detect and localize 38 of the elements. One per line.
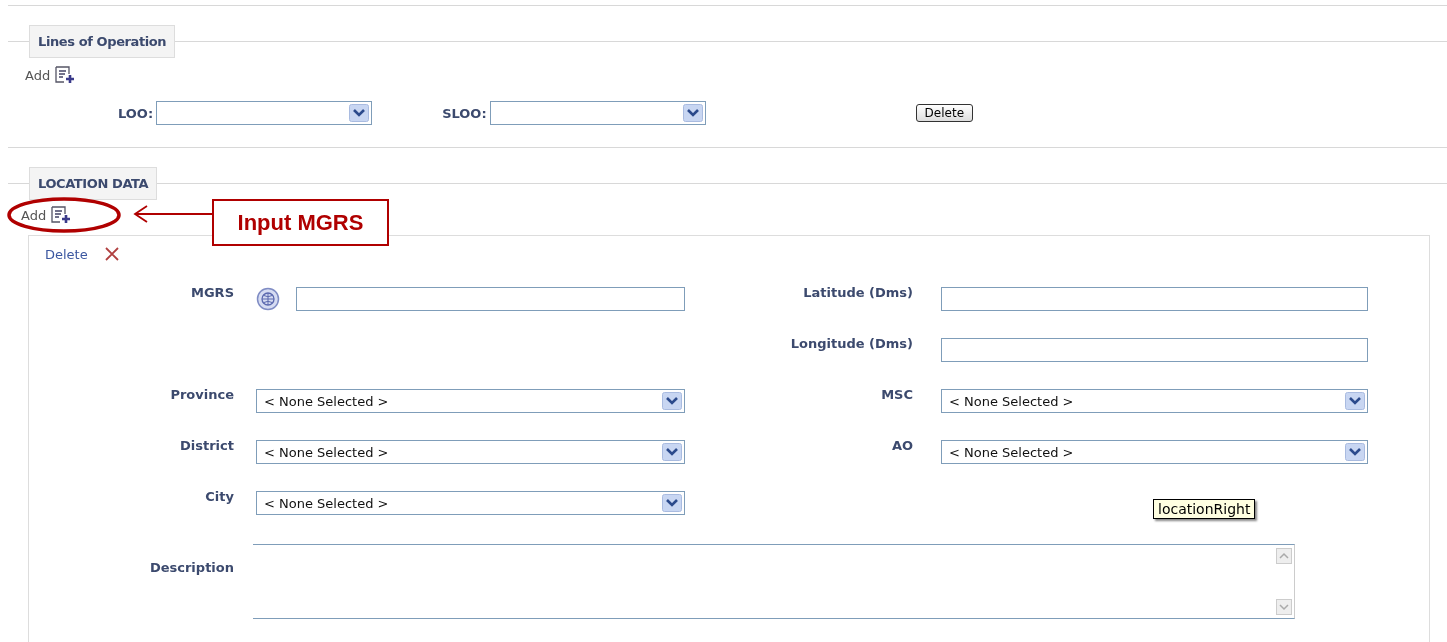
- input-field[interactable]: [941, 287, 1368, 311]
- delete-link[interactable]: Delete: [45, 246, 88, 262]
- add-link[interactable]: Add: [25, 67, 51, 83]
- callout-label: Input MGRS: [212, 199, 389, 246]
- field-label: City: [204, 488, 234, 506]
- section-title: Lines of Operation: [29, 25, 176, 58]
- chevron-down-icon[interactable]: [662, 443, 682, 461]
- dropdown[interactable]: < None Selected >: [256, 389, 685, 413]
- field-label: SLOO:: [442, 105, 487, 121]
- field-label: Longitude (Dms): [789, 335, 913, 353]
- field-label: AO: [890, 437, 913, 455]
- field-label: District: [179, 437, 234, 455]
- chevron-down-icon[interactable]: [682, 104, 703, 122]
- input-field[interactable]: [296, 287, 685, 311]
- chevron-down-icon[interactable]: [662, 494, 682, 512]
- input-field[interactable]: [941, 338, 1368, 362]
- field-label: Province: [169, 386, 234, 404]
- chevron-down-icon[interactable]: [662, 392, 682, 410]
- dropdown[interactable]: < None Selected >: [256, 440, 685, 464]
- add-link[interactable]: Add: [21, 207, 47, 223]
- dropdown[interactable]: < None Selected >: [941, 389, 1368, 413]
- add-list-icon[interactable]: [50, 206, 73, 224]
- chevron-down-icon[interactable]: [1345, 392, 1365, 410]
- field-label: LOO:: [118, 105, 154, 121]
- field-label: Latitude (Dms): [802, 284, 913, 302]
- dropdown[interactable]: < None Selected >: [941, 440, 1368, 464]
- field-label: Description: [148, 559, 234, 577]
- field-label: MSC: [880, 386, 913, 404]
- delete-button[interactable]: Delete: [915, 104, 974, 122]
- chevron-down-icon[interactable]: [1345, 443, 1365, 461]
- field-label: MGRS: [190, 284, 234, 302]
- chevron-down-icon[interactable]: [349, 104, 370, 122]
- section-title: LOCATION DATA: [29, 167, 158, 200]
- add-list-icon[interactable]: [54, 66, 77, 84]
- globe-icon[interactable]: [256, 287, 280, 311]
- tooltip: locationRight: [1153, 499, 1256, 519]
- close-icon[interactable]: [103, 246, 120, 262]
- dropdown[interactable]: < None Selected >: [256, 491, 685, 515]
